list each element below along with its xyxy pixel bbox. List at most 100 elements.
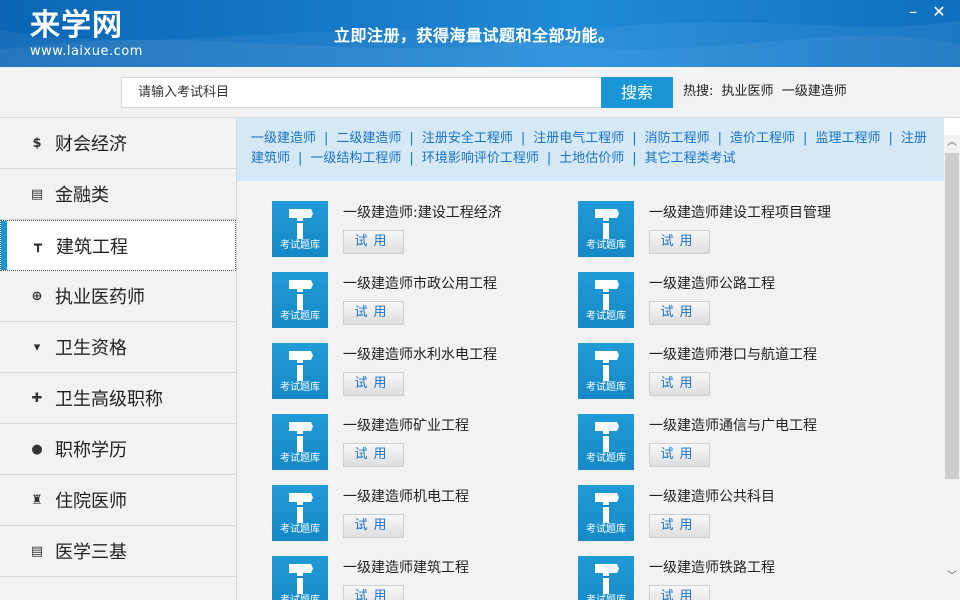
try-button[interactable]: 试用 xyxy=(649,372,710,396)
exam-card: 考试题库 一级建造师矿业工程试用 xyxy=(272,414,562,472)
sidebar-item[interactable]: ● 职称学历 xyxy=(0,424,236,475)
sidebar-item-label: 医学三基 xyxy=(55,542,127,563)
separator: | xyxy=(632,151,637,166)
subcategory-link[interactable]: 二级建造师 xyxy=(336,131,401,146)
separator: | xyxy=(717,131,723,146)
hot-search-item[interactable]: 一级建造师 xyxy=(782,84,847,99)
exam-title[interactable]: 一级建造师通信与广电工程 xyxy=(649,415,817,435)
thumbnail-label: 考试题库 xyxy=(280,453,320,464)
subcategory-link[interactable]: 一级结构工程师 xyxy=(310,151,401,166)
sidebar-item[interactable]: ▤ 医学三基 xyxy=(0,526,236,577)
thumbnail-label: 考试题库 xyxy=(586,311,626,322)
search-bar: 请输入考试科目 搜索 热搜: 执业医师 一级建造师 xyxy=(0,67,960,118)
try-button[interactable]: 试用 xyxy=(343,514,404,538)
subcategory-link[interactable]: 环境影响评价工程师 xyxy=(422,151,539,166)
subcategory-link[interactable]: 造价工程师 xyxy=(730,131,795,146)
category-sidebar: $ 财会经济 ▤ 金融类 ┳ 建筑工程 ⊕ 执业医药师 ▾ 卫生资格 ✚ 卫生高级职称 ● 职称学历 ♜ 住院… xyxy=(0,118,237,600)
exam-thumbnail[interactable]: 考试题库 xyxy=(578,272,634,328)
exam-thumbnail[interactable]: 考试题库 xyxy=(272,414,328,470)
thumbnail-label: 考试题库 xyxy=(280,382,320,393)
exam-thumbnail[interactable]: 考试题库 xyxy=(578,414,634,470)
sidebar-item-label: 住院医师 xyxy=(55,491,127,512)
thumbnail-label: 考试题库 xyxy=(578,591,634,600)
exam-thumbnail[interactable]: 考试题库 xyxy=(272,272,328,328)
register-slogan[interactable]: 立即注册，获得海量试题和全部功能。 xyxy=(334,22,615,46)
sidebar-item-label: 执业医药师 xyxy=(55,287,145,308)
search-input[interactable]: 请输入考试科目 xyxy=(121,77,602,108)
sidebar-item[interactable]: $ 财会经济 xyxy=(0,118,236,169)
exam-card: 考试题库 一级建造师水利水电工程试用 xyxy=(272,343,562,401)
sign-post-icon: ┳ xyxy=(34,238,42,253)
try-button[interactable]: 试用 xyxy=(343,372,404,396)
sidebar-item[interactable]: ⊕ 执业医药师 xyxy=(0,271,236,322)
exam-title[interactable]: 一级建造师矿业工程 xyxy=(343,415,469,435)
exam-card: 考试题库 一级建造师通信与广电工程试用 xyxy=(578,414,868,472)
subcategory-link[interactable]: 土地估价师 xyxy=(559,151,624,166)
exam-title[interactable]: 一级建造师:建设工程经济 xyxy=(343,202,502,222)
exam-title[interactable]: 一级建造师建设工程项目管理 xyxy=(649,202,831,222)
hot-search-item[interactable]: 执业医师 xyxy=(722,84,774,99)
minimize-icon[interactable]: – xyxy=(904,4,922,22)
exam-thumbnail[interactable]: 考试题库 xyxy=(272,556,328,600)
sidebar-item[interactable]: ┳ 建筑工程 xyxy=(0,220,236,271)
try-button[interactable]: 试用 xyxy=(343,301,404,325)
main-content: 一级建造师 | 二级建造师 | 注册安全工程师 | 注册电气工程师 | 消防工程师 | 造价工程师 |… xyxy=(237,118,960,600)
subcategory-link[interactable]: 注册安全工程师 xyxy=(422,131,513,146)
sidebar-item[interactable]: ♜ 住院医师 xyxy=(0,475,236,526)
clipboard-icon: ▤ xyxy=(30,186,44,202)
close-icon[interactable]: ✕ xyxy=(930,4,948,22)
subcategory-link[interactable]: 消防工程师 xyxy=(645,131,710,146)
subcategory-link[interactable]: 一级建造师 xyxy=(251,131,316,146)
separator: | xyxy=(632,131,637,146)
exam-title[interactable]: 一级建造师铁路工程 xyxy=(649,557,775,577)
subcategory-bar: 一级建造师 | 二级建造师 | 注册安全工程师 | 注册电气工程师 | 消防工程师 | 造价工程师 |… xyxy=(237,118,944,181)
hot-search-label: 热搜: xyxy=(683,84,714,99)
try-button[interactable]: 试用 xyxy=(649,514,710,538)
sidebar-item[interactable]: ✚ 卫生高级职称 xyxy=(0,373,236,424)
subcategory-link[interactable]: 其它工程类考试 xyxy=(645,151,736,166)
exam-title[interactable]: 一级建造师港口与航道工程 xyxy=(649,344,817,364)
exam-thumbnail[interactable]: 考试题库 xyxy=(272,201,328,257)
separator: | xyxy=(409,151,414,166)
exam-card: 考试题库 一级建造师建筑工程试用 xyxy=(272,556,562,600)
try-button[interactable]: 试用 xyxy=(649,301,710,325)
sidebar-item[interactable]: ▾ 卫生资格 xyxy=(0,322,236,373)
try-button[interactable]: 试用 xyxy=(649,585,710,600)
thumbnail-label: 考试题库 xyxy=(272,591,328,600)
exam-thumbnail[interactable]: 考试题库 xyxy=(578,556,634,600)
exam-title[interactable]: 一级建造师建筑工程 xyxy=(343,557,469,577)
exam-thumbnail[interactable]: 考试题库 xyxy=(272,485,328,541)
try-button[interactable]: 试用 xyxy=(343,443,404,467)
separator: | xyxy=(888,131,893,146)
thumbnail-label: 考试题库 xyxy=(586,453,626,464)
exam-title[interactable]: 一级建造师机电工程 xyxy=(343,486,469,506)
scroll-down-icon[interactable]: ﹀ xyxy=(944,570,960,584)
mask-icon: ▾ xyxy=(33,339,41,355)
exam-title[interactable]: 一级建造师公共科目 xyxy=(649,486,775,506)
scrollbar-thumb[interactable] xyxy=(945,153,959,479)
try-button[interactable]: 试用 xyxy=(343,230,404,254)
exam-title[interactable]: 一级建造师公路工程 xyxy=(649,273,775,293)
scroll-up-icon[interactable]: ︿ xyxy=(944,136,960,150)
separator: | xyxy=(298,151,303,166)
exam-card: 考试题库 一级建造师市政公用工程试用 xyxy=(272,272,562,330)
exam-title[interactable]: 一级建造师水利水电工程 xyxy=(343,344,497,364)
try-button[interactable]: 试用 xyxy=(343,585,404,600)
logo: 来学网 www.laixue.com xyxy=(30,8,143,59)
logo-title: 来学网 xyxy=(30,8,123,43)
subcategory-link[interactable]: 注册电气工程师 xyxy=(533,131,624,146)
sidebar-item-label: 金融类 xyxy=(55,185,109,206)
exam-thumbnail[interactable]: 考试题库 xyxy=(578,201,634,257)
separator: | xyxy=(324,131,329,146)
search-button[interactable]: 搜索 xyxy=(601,77,673,108)
subcategory-link[interactable]: 监理工程师 xyxy=(815,131,880,146)
separator: | xyxy=(520,131,526,146)
exam-thumbnail[interactable]: 考试题库 xyxy=(578,485,634,541)
exam-thumbnail[interactable]: 考试题库 xyxy=(578,343,634,399)
sidebar-item[interactable]: ▤ 金融类 xyxy=(0,169,236,220)
app-header: 来学网 www.laixue.com 立即注册，获得海量试题和全部功能。 – ✕ xyxy=(0,0,960,67)
try-button[interactable]: 试用 xyxy=(649,230,710,254)
exam-title[interactable]: 一级建造师市政公用工程 xyxy=(343,273,497,293)
try-button[interactable]: 试用 xyxy=(649,443,710,467)
exam-thumbnail[interactable]: 考试题库 xyxy=(272,343,328,399)
